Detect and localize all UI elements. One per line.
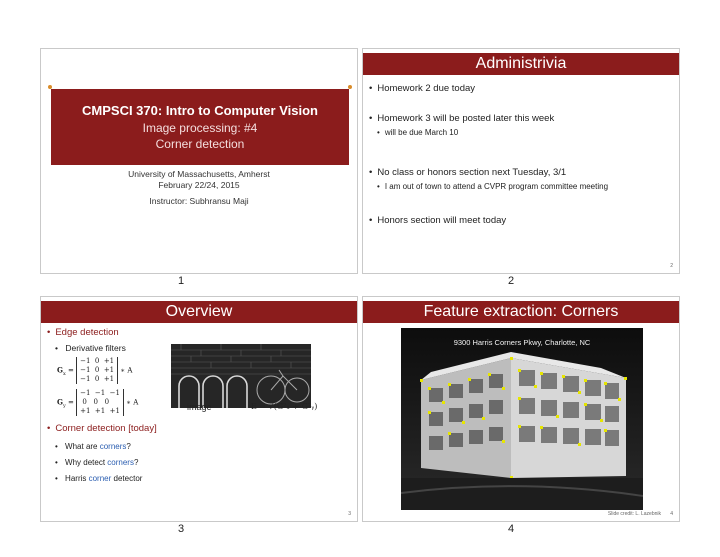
sub-bullet: I am out of town to attend a CVPR progra…	[377, 182, 608, 191]
instructor: Instructor: Subhransu Maji	[149, 196, 249, 206]
gx-matrix: −1 0 +1 −1 0 +1 −1 0 +1	[76, 357, 119, 384]
section-corner-detection: • Corner detection [today]	[47, 423, 157, 434]
slide-title: Overview	[41, 301, 357, 323]
lecture-topic: Corner detection	[155, 137, 245, 151]
sub-bullet: will be due March 10	[377, 128, 458, 137]
gx-equation: Gx = −1 0 +1 −1 0 +1 −1 0 +1 ∗ A	[57, 357, 133, 384]
image-label: image	[187, 402, 212, 412]
slide-3[interactable]: Overview •Edge detection Derivative filt…	[40, 296, 358, 522]
question-what-are-corners: What are corners?	[55, 442, 131, 451]
slide-4[interactable]: Feature extraction: Corners 9300 Harris …	[362, 296, 680, 522]
slide-credit: Slide credit: L. Lazebnik	[607, 511, 661, 517]
bullet: Homework 2 due today	[369, 83, 475, 94]
question-why-detect-corners: Why detect corners?	[55, 458, 138, 467]
bullet: Honors section will meet today	[369, 215, 506, 226]
title-box: CMPSCI 370: Intro to Computer Vision Ima…	[51, 89, 349, 165]
harris-corner-detector: Harris corner detector	[55, 474, 142, 483]
slide-inner-number: 2	[670, 263, 673, 269]
slide-title: Feature extraction: Corners	[363, 301, 679, 323]
slide-2[interactable]: Administrivia Homework 2 due today Homew…	[362, 48, 680, 274]
lecture-subtitle: Image processing: #4	[142, 121, 258, 135]
bullet: No class or honors section next Tuesday,…	[369, 167, 566, 178]
page-number: 2	[507, 275, 515, 287]
page-number: 1	[177, 275, 185, 287]
course-title: CMPSCI 370: Intro to Computer Vision	[82, 103, 318, 118]
magnitude-formula: E = √(G²ₓ + G²ᵧ)	[251, 402, 318, 411]
page-number: 4	[507, 523, 515, 535]
slide-inner-number: 4	[670, 511, 673, 517]
university: University of Massachusetts, Amherst	[128, 169, 270, 179]
date: February 22/24, 2015	[158, 180, 240, 190]
slide-1[interactable]: CMPSCI 370: Intro to Computer Vision Ima…	[40, 48, 358, 274]
photo-caption: 9300 Harris Corners Pkwy, Charlotte, NC	[453, 338, 591, 347]
gy-equation: Gy = −1 −1 −1 0 0 0 +1 +1 +1 ∗ A	[57, 389, 139, 416]
slide-title: Administrivia	[363, 53, 679, 75]
gy-matrix: −1 −1 −1 0 0 0 +1 +1 +1	[76, 389, 124, 416]
page-number: 3	[177, 523, 185, 535]
sub-bullet-derivative: Derivative filters	[55, 343, 125, 353]
harris-building-photo: 9300 Harris Corners Pkwy, Charlotte, NC	[401, 328, 643, 510]
bicycle-edge-image	[171, 344, 311, 408]
slide-inner-number: 3	[348, 511, 351, 517]
bullet: Homework 3 will be posted later this wee…	[369, 113, 554, 124]
section-edge-detection: • Edge detection	[47, 327, 119, 338]
